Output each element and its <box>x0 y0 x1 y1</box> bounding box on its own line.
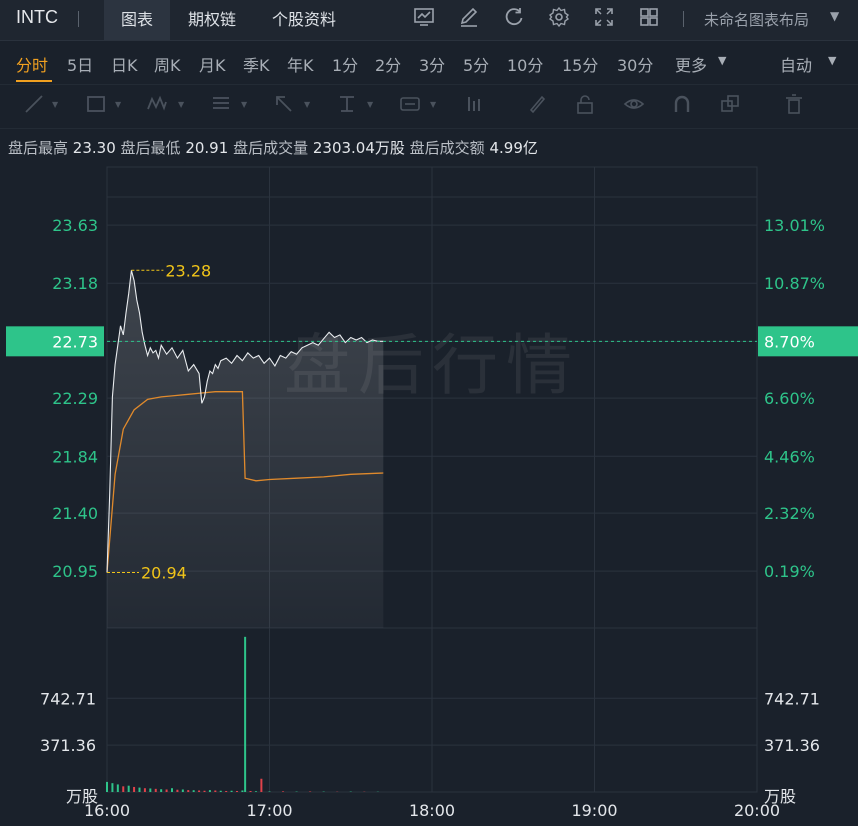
volume-bar <box>106 781 108 792</box>
x-tick-label: 17:00 <box>246 801 292 820</box>
min-marker-label: 20.94 <box>141 563 187 582</box>
volume-bar <box>171 788 173 792</box>
current-pct-label: 8.70% <box>764 332 815 351</box>
volume-bar <box>160 789 163 792</box>
volume-bar <box>154 788 157 792</box>
volume-bar <box>309 791 312 792</box>
x-tick-label: 18:00 <box>409 801 455 820</box>
y-tick-label: 21.84 <box>52 447 98 466</box>
volume-bar <box>214 790 217 792</box>
volume-bar <box>122 786 125 792</box>
volume-bar <box>176 789 179 792</box>
volume-tick-label: 371.36 <box>40 736 96 755</box>
pct-tick-label: 6.60% <box>764 389 815 408</box>
volume-bar <box>249 790 252 792</box>
max-marker-label: 23.28 <box>165 261 211 280</box>
y-tick-label: 22.29 <box>52 389 98 408</box>
y-tick-label: 23.18 <box>52 274 98 293</box>
volume-bar <box>260 778 263 792</box>
x-tick-label: 20:00 <box>734 801 780 820</box>
volume-bar <box>192 790 195 792</box>
volume-bar <box>236 790 238 792</box>
x-tick-label: 19:00 <box>571 801 617 820</box>
volume-tick-label: 371.36 <box>764 736 820 755</box>
volume-bar <box>254 791 257 792</box>
volume-bar <box>230 790 233 792</box>
volume-bar <box>208 790 211 792</box>
volume-bar <box>282 791 285 792</box>
volume-bar <box>268 791 271 792</box>
intraday-chart[interactable]: 盘后行情23.2820.9423.6323.1822.2921.8421.402… <box>0 0 858 826</box>
volume-bar <box>225 790 228 792</box>
pct-tick-label: 2.32% <box>764 504 815 523</box>
volume-bar <box>219 790 222 792</box>
volume-bar <box>187 790 190 792</box>
pct-tick-label: 0.19% <box>764 562 815 581</box>
y-tick-label: 21.40 <box>52 504 98 523</box>
x-tick-label: 16:00 <box>84 801 130 820</box>
volume-bar <box>165 789 168 792</box>
volume-bar <box>244 636 247 792</box>
volume-bar <box>116 784 119 792</box>
pct-tick-label: 10.87% <box>764 274 825 293</box>
current-price-label: 22.73 <box>52 332 98 351</box>
y-tick-label: 23.63 <box>52 216 98 235</box>
volume-bar <box>111 783 114 792</box>
volume-bar <box>133 786 136 792</box>
volume-tick-label: 742.71 <box>764 689 820 708</box>
volume-tick-label: 742.71 <box>40 689 96 708</box>
volume-bar <box>181 789 184 792</box>
volume-bar <box>127 785 130 792</box>
volume-bar <box>203 790 206 792</box>
volume-bar <box>143 788 146 792</box>
volume-bar <box>149 788 152 792</box>
pct-tick-label: 4.46% <box>764 447 815 466</box>
pct-tick-label: 13.01% <box>764 216 825 235</box>
y-tick-label: 20.95 <box>52 562 98 581</box>
volume-bar <box>138 787 141 792</box>
volume-bar <box>198 790 201 792</box>
volume-bar <box>241 790 244 792</box>
